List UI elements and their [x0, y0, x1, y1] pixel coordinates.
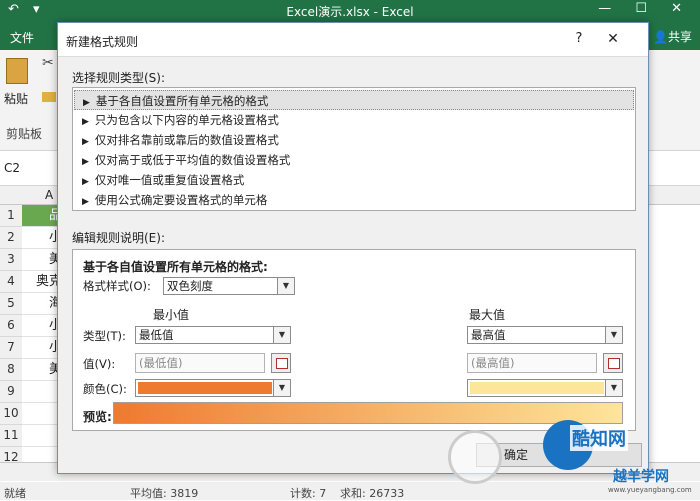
rule-type-item[interactable]: ▶ 只为包含以下内容的单元格设置格式 [74, 110, 634, 130]
chevron-down-icon[interactable]: ▼ [605, 380, 622, 396]
watermark-brand: 酷知网 [570, 425, 628, 451]
watermark-sub: 越羊学网 [613, 469, 669, 485]
type-label: 类型(T): [83, 329, 126, 343]
row-header[interactable]: 5 [0, 293, 22, 315]
watermark-url: www.yueyangbang.com [608, 486, 692, 494]
chevron-down-icon[interactable]: ▼ [273, 327, 290, 343]
status-average: 平均值: 3819 [130, 487, 199, 500]
format-painter-icon[interactable] [42, 92, 56, 102]
clipboard-group-label: 剪贴板 [6, 127, 43, 141]
row-header[interactable]: 2 [0, 227, 22, 249]
triangle-right-icon: ▶ [82, 197, 89, 207]
range-picker-icon[interactable] [271, 353, 291, 373]
status-count: 计数: 7 [290, 487, 327, 500]
max-header: 最大值 [469, 308, 506, 322]
edit-rule-label: 编辑规则说明(E): [72, 231, 165, 245]
excel-title-bar: ↶ ▾ Excel演示.xlsx - Excel — ☐ ✕ [0, 0, 700, 22]
rule-type-text: 基于各自值设置所有单元格的格式 [95, 94, 269, 108]
triangle-right-icon: ▶ [83, 98, 90, 108]
preview-label: 预览: [83, 410, 112, 424]
row-header[interactable]: 9 [0, 381, 22, 403]
max-value-input[interactable]: (最高值) [467, 353, 597, 373]
max-type-value: 最高值 [471, 328, 506, 342]
row-header[interactable]: 8 [0, 359, 22, 381]
min-type-select[interactable]: 最低值 ▼ [135, 326, 291, 344]
rule-type-text: 仅对高于或低于平均值的数值设置格式 [94, 153, 291, 167]
max-color-swatch [470, 382, 604, 394]
row-header[interactable]: 11 [0, 425, 22, 447]
close-button[interactable]: ✕ [598, 29, 628, 49]
person-icon: 👤 [653, 30, 668, 44]
triangle-right-icon: ▶ [82, 157, 89, 167]
name-box[interactable]: C2 [4, 161, 20, 175]
dialog-title: 新建格式规则 [66, 35, 139, 49]
row-header[interactable]: 7 [0, 337, 22, 359]
status-ready: 就绪 [4, 487, 26, 500]
chevron-down-icon[interactable]: ▼ [273, 380, 290, 396]
row-header[interactable]: 6 [0, 315, 22, 337]
triangle-right-icon: ▶ [82, 137, 89, 147]
rule-type-text: 仅对排名靠前或靠后的数值设置格式 [94, 133, 279, 147]
min-header: 最小值 [153, 308, 190, 322]
value-label: 值(V): [83, 357, 116, 371]
min-color-select[interactable]: ▼ [135, 379, 291, 397]
edit-rule-panel: 基于各自值设置所有单元格的格式: 格式样式(O): 双色刻度 ▼ 最小值 最大值… [72, 249, 636, 431]
min-color-swatch [138, 382, 272, 394]
chevron-down-icon[interactable]: ▼ [277, 278, 294, 294]
paste-icon[interactable] [6, 58, 28, 84]
tab-file[interactable]: 文件 [10, 29, 34, 46]
window-controls[interactable]: — ☐ ✕ [598, 1, 692, 16]
min-type-value: 最低值 [139, 328, 174, 342]
format-style-select[interactable]: 双色刻度 ▼ [163, 277, 295, 295]
triangle-right-icon: ▶ [82, 117, 89, 127]
watermark-logo-icon [448, 430, 502, 484]
new-format-rule-dialog: 新建格式规则 ? ✕ 选择规则类型(S): ▶ 基于各自值设置所有单元格的格式 ▶… [57, 22, 649, 474]
color-label: 颜色(C): [83, 382, 127, 396]
column-header-a[interactable]: A [45, 188, 53, 202]
share-label: 共享 [667, 30, 692, 44]
format-style-label: 格式样式(O): [83, 279, 151, 293]
edit-heading: 基于各自值设置所有单元格的格式: [83, 260, 268, 274]
help-button[interactable]: ? [568, 29, 590, 49]
rule-type-text: 仅对唯一值或重复值设置格式 [94, 173, 245, 187]
rule-type-item[interactable]: ▶ 仅对排名靠前或靠后的数值设置格式 [74, 130, 634, 150]
format-style-value: 双色刻度 [167, 279, 213, 293]
watermark: 酷知网 越羊学网 www.yueyangbang.com [448, 420, 696, 498]
triangle-right-icon: ▶ [82, 177, 89, 187]
max-type-select[interactable]: 最高值 ▼ [467, 326, 623, 344]
row-header[interactable]: 4 [0, 271, 22, 293]
rule-type-item[interactable]: ▶ 仅对高于或低于平均值的数值设置格式 [74, 150, 634, 170]
window-title: Excel演示.xlsx - Excel [286, 5, 414, 19]
rule-type-label: 选择规则类型(S): [72, 71, 166, 85]
row-header[interactable]: 1 [0, 205, 22, 227]
chevron-down-icon[interactable]: ▼ [605, 327, 622, 343]
rule-type-text: 只为包含以下内容的单元格设置格式 [94, 113, 279, 127]
share-button[interactable]: 👤共享 [653, 28, 692, 45]
rule-type-item[interactable]: ▶ 仅对唯一值或重复值设置格式 [74, 170, 634, 190]
status-sum: 求和: 26733 [340, 487, 405, 500]
min-value-input[interactable]: (最低值) [135, 353, 265, 373]
paste-label[interactable]: 粘贴 [4, 90, 28, 107]
rule-type-list[interactable]: ▶ 基于各自值设置所有单元格的格式 ▶ 只为包含以下内容的单元格设置格式 ▶ 仅对排名… [72, 87, 636, 211]
max-color-select[interactable]: ▼ [467, 379, 623, 397]
row-header[interactable]: 10 [0, 403, 22, 425]
rule-type-item[interactable]: ▶ 基于各自值设置所有单元格的格式 [74, 90, 634, 110]
range-picker-icon[interactable] [603, 353, 623, 373]
rule-type-text: 使用公式确定要设置格式的单元格 [94, 193, 268, 207]
rule-type-item[interactable]: ▶ 使用公式确定要设置格式的单元格 [74, 190, 634, 210]
dialog-title-bar: 新建格式规则 ? ✕ [58, 23, 648, 57]
scissors-icon[interactable]: ✂ [42, 55, 54, 71]
row-header[interactable]: 3 [0, 249, 22, 271]
